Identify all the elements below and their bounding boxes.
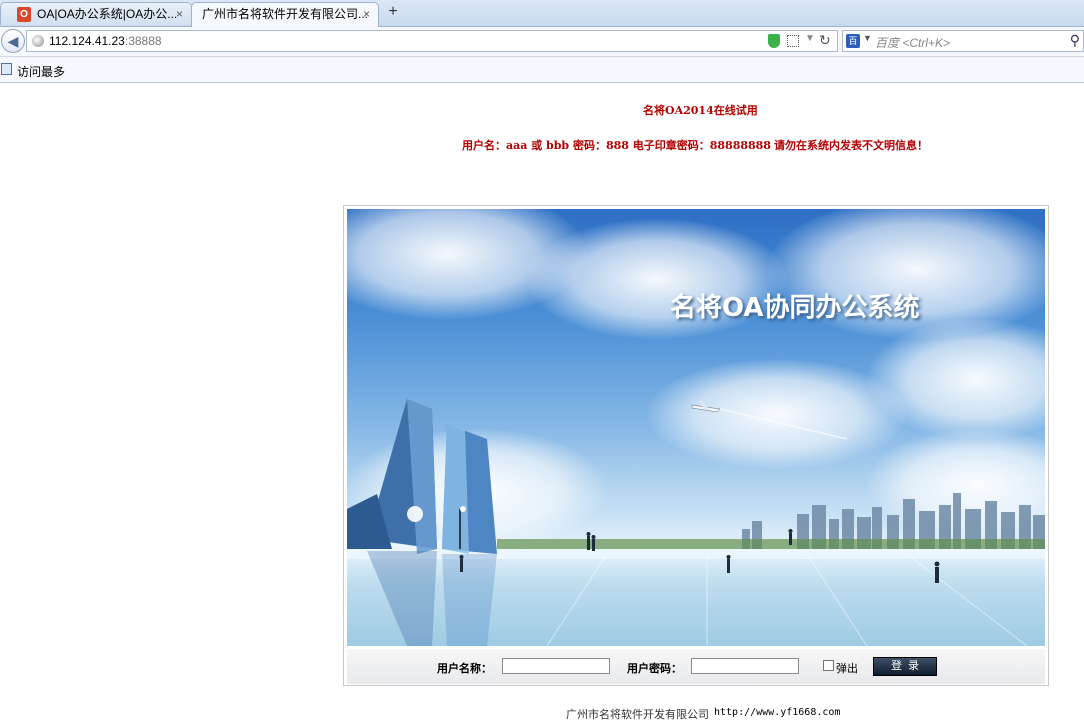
close-icon[interactable]: × [176,3,183,25]
chevron-down-icon[interactable]: ▼ [863,33,872,43]
notice-credentials: 用户名：aaa 或 bbb 密码：888 电子印章密码：88888888 [462,139,771,152]
popup-checkbox[interactable] [823,660,834,671]
bookmark-most-visited[interactable]: 访问最多 [17,63,65,80]
back-button[interactable]: ◀ [1,29,25,53]
shield-icon[interactable] [768,34,780,48]
tab-strip: O OA|OA办公系统|OA办公... × 广州市名将软件开发有限公司... ×… [0,0,1084,27]
url-bar[interactable]: 112.124.41.23:38888 ▼ ↻ [26,30,838,52]
banner-title: 名将OA协同办公系统 [670,293,920,323]
banner-image: 名将OA协同办公系统 [347,209,1045,646]
login-panel: 名将OA协同办公系统 用户名称： 用户密码： 弹出 登录 [343,205,1049,686]
navigation-bar: ◀ 112.124.41.23:38888 ▼ ↻ 百 ▼ 百度 <Ctrl+K… [0,27,1084,57]
bookmark-folder-icon [1,63,12,75]
reload-icon[interactable]: ↻ [819,32,831,49]
popup-label: 弹出 [836,663,858,675]
footer-url[interactable]: http://www.yf1668.com [714,707,840,718]
close-icon[interactable]: × [363,3,370,25]
login-form: 用户名称： 用户密码： 弹出 登录 [347,649,1045,684]
new-tab-button[interactable]: + [384,2,402,22]
username-input[interactable] [502,658,610,674]
opera-o-icon: O [17,7,31,22]
tab-label: 广州市名将软件开发有限公司... [202,7,369,21]
globe-icon [32,35,44,47]
password-input[interactable] [691,658,799,674]
baidu-icon[interactable]: 百 [846,34,860,48]
search-input[interactable]: 百 ▼ 百度 <Ctrl+K> ⚲ [842,30,1084,52]
arrow-left-icon: ◀ [7,33,19,49]
bookmarks-bar: 访问最多 [0,57,1084,83]
password-label: 用户密码： [627,663,682,675]
tab-company[interactable]: 广州市名将软件开发有限公司... × [191,2,379,27]
search-icon[interactable]: ⚲ [1070,32,1080,49]
notice-warning: 请勿在系统内发表不文明信息！ [774,139,928,152]
chevron-down-icon[interactable]: ▼ [805,33,815,44]
login-button[interactable]: 登录 [873,657,937,676]
tab-label: OA|OA办公系统|OA办公... [37,7,178,21]
tab-oa-system[interactable]: O OA|OA办公系统|OA办公... × [0,2,192,25]
url-text[interactable]: 112.124.41.23:38888 [49,34,162,48]
notice-title: 名将OA2014在线试用 [643,104,758,117]
search-placeholder: 百度 <Ctrl+K> [875,36,951,50]
airplane-icon [691,401,848,440]
footer-company: 广州市名将软件开发有限公司 [566,709,709,721]
qr-code-icon[interactable] [787,35,799,47]
username-label: 用户名称： [437,663,492,675]
cityscape-illustration [347,399,1045,646]
